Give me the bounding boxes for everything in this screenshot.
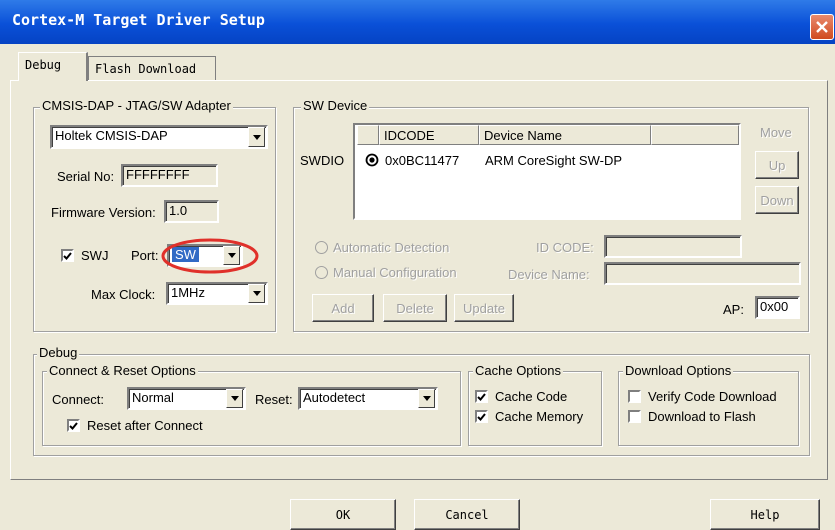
reset-after-connect-checkbox[interactable] — [67, 419, 80, 432]
check-icon — [63, 251, 72, 260]
connect-dropdown-button[interactable] — [226, 389, 243, 408]
help-button[interactable]: Help — [710, 499, 820, 530]
cache-code-label: Cache Code — [495, 389, 568, 404]
chevron-down-icon — [252, 134, 261, 140]
selected-radio-icon — [365, 153, 379, 167]
list-header-filler — [651, 125, 739, 145]
serial-field: FFFFFFFF — [121, 164, 218, 187]
serial-value: FFFFFFFF — [126, 167, 190, 182]
update-button-label: Update — [463, 300, 505, 316]
ap-value: 0x00 — [760, 299, 789, 314]
window-title: Cortex-M Target Driver Setup — [12, 11, 265, 29]
adapter-select[interactable]: Holtek CMSIS-DAP — [50, 125, 268, 149]
up-button-label: Up — [768, 157, 786, 173]
swdio-label: SWDIO — [300, 153, 345, 168]
ok-button-label: OK — [335, 507, 351, 522]
tab-flash-download-label: Flash Download — [95, 62, 197, 76]
check-icon — [69, 421, 78, 430]
verify-download-checkbox[interactable] — [628, 390, 641, 403]
table-row[interactable]: 0x0BC11477 ARM CoreSight SW-DP — [357, 150, 737, 172]
connect-reset-group-label: Connect & Reset Options — [47, 363, 198, 378]
update-button[interactable]: Update — [454, 294, 514, 322]
cache-memory-checkbox[interactable] — [475, 410, 488, 423]
download-to-flash-label: Download to Flash — [648, 409, 756, 424]
add-button[interactable]: Add — [312, 294, 374, 322]
cache-code-checkbox[interactable] — [475, 390, 488, 403]
idcode-header-label: IDCODE — [384, 128, 435, 143]
up-button[interactable]: Up — [755, 151, 799, 179]
auto-detection-label: Automatic Detection — [333, 240, 450, 255]
connect-select-value: Normal — [132, 390, 174, 405]
cache-memory-label: Cache Memory — [495, 409, 584, 424]
chevron-down-icon — [252, 291, 261, 296]
tab-debug[interactable]: Debug — [18, 52, 88, 81]
swj-checkbox[interactable] — [61, 249, 74, 262]
delete-button[interactable]: Delete — [383, 294, 447, 322]
firmware-field: 1.0 — [164, 200, 219, 223]
row-idcode: 0x0BC11477 — [385, 153, 460, 168]
auto-detection-radio[interactable] — [315, 241, 328, 254]
add-button-label: Add — [331, 300, 355, 316]
move-label: Move — [760, 125, 792, 140]
list-header-select — [357, 125, 379, 145]
device-name-header-label: Device Name — [484, 128, 563, 143]
reset-after-connect-label: Reset after Connect — [87, 418, 203, 433]
tab-flash-download[interactable]: Flash Download — [88, 56, 216, 81]
list-header-device-name[interactable]: Device Name — [479, 125, 651, 145]
manual-config-label: Manual Configuration — [333, 265, 457, 280]
close-icon — [816, 21, 828, 33]
verify-download-label: Verify Code Download — [648, 389, 777, 404]
chevron-down-icon — [422, 396, 431, 401]
close-button[interactable] — [810, 14, 834, 40]
chevron-down-icon — [230, 396, 239, 401]
adapter-select-value: Holtek CMSIS-DAP — [55, 128, 168, 143]
reset-select[interactable]: Autodetect — [298, 387, 438, 410]
reset-select-value: Autodetect — [303, 390, 366, 405]
ok-button[interactable]: OK — [290, 499, 396, 530]
swj-label: SWJ — [81, 248, 109, 263]
manual-config-radio[interactable] — [315, 266, 328, 279]
firmware-label: Firmware Version: — [51, 205, 156, 220]
list-header-idcode[interactable]: IDCODE — [379, 125, 479, 145]
idcode-field[interactable] — [604, 235, 742, 258]
maxclock-select-value: 1MHz — [171, 285, 205, 300]
help-button-label: Help — [750, 507, 780, 522]
delete-button-label: Delete — [396, 300, 434, 316]
row-device-name: ARM CoreSight SW-DP — [485, 153, 623, 168]
cache-options-group-label: Cache Options — [473, 363, 563, 378]
sw-device-group-label: SW Device — [301, 98, 370, 113]
down-button[interactable]: Down — [755, 186, 799, 214]
serial-label: Serial No: — [57, 169, 115, 184]
ap-label: AP: — [723, 302, 744, 317]
down-button-label: Down — [760, 192, 794, 208]
device-list[interactable]: IDCODE Device Name 0x0BC11477 ARM CoreSi… — [353, 123, 741, 220]
maxclock-dropdown-button[interactable] — [248, 284, 265, 303]
device-name-field-label: Device Name: — [508, 267, 590, 282]
reset-dropdown-button[interactable] — [418, 389, 435, 408]
idcode-field-label: ID CODE: — [536, 240, 594, 255]
connect-label: Connect: — [52, 392, 105, 407]
reset-label: Reset: — [255, 392, 293, 407]
ap-field[interactable]: 0x00 — [755, 296, 800, 319]
device-name-field[interactable] — [604, 262, 801, 285]
download-options-group-label: Download Options — [623, 363, 734, 378]
highlight-circle — [161, 238, 259, 274]
debug-group-label: Debug — [37, 345, 80, 360]
check-icon — [477, 392, 486, 401]
check-icon — [477, 412, 486, 421]
adapter-group-label: CMSIS-DAP - JTAG/SW Adapter — [40, 98, 233, 113]
tab-debug-label: Debug — [25, 58, 62, 72]
download-to-flash-checkbox[interactable] — [628, 410, 641, 423]
maxclock-label: Max Clock: — [91, 287, 156, 302]
port-label: Port: — [131, 248, 159, 263]
firmware-value: 1.0 — [169, 203, 188, 218]
cancel-button-label: Cancel — [445, 507, 489, 522]
cancel-button[interactable]: Cancel — [414, 499, 520, 530]
adapter-dropdown-button[interactable] — [248, 127, 265, 147]
